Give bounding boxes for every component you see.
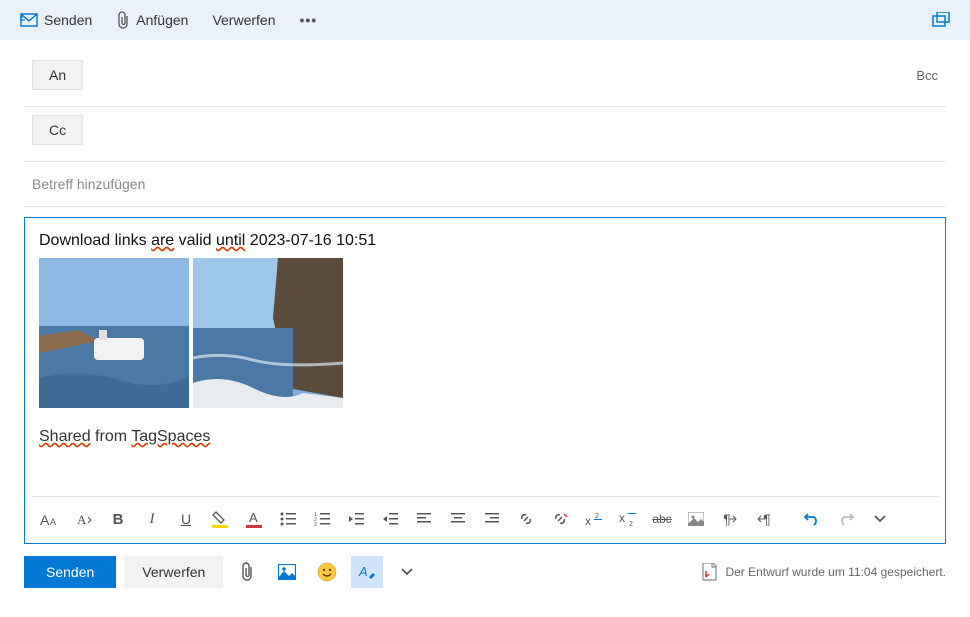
highlight-button[interactable] bbox=[205, 505, 235, 533]
attach-button-top[interactable]: Anfügen bbox=[106, 6, 198, 34]
bcc-toggle[interactable]: Bcc bbox=[916, 68, 938, 83]
editor-area[interactable]: Download links are valid until 2023-07-1… bbox=[24, 217, 946, 544]
subscript-button[interactable]: x2 bbox=[613, 505, 643, 533]
formatting-toggle-button[interactable]: A bbox=[351, 556, 383, 588]
cc-row: Cc bbox=[24, 107, 946, 162]
ellipsis-icon: ••• bbox=[300, 12, 318, 28]
draft-saved-icon bbox=[701, 563, 717, 581]
shared-from-line: Shared from TagSpaces bbox=[31, 428, 939, 446]
redo-button[interactable] bbox=[831, 505, 861, 533]
image-row bbox=[31, 250, 939, 416]
to-input[interactable] bbox=[99, 67, 916, 83]
svg-text:A: A bbox=[358, 564, 368, 579]
indent-button[interactable] bbox=[375, 505, 405, 533]
subject-input[interactable] bbox=[32, 176, 954, 192]
body-text-part: Download links bbox=[39, 232, 151, 249]
embedded-image-2[interactable] bbox=[193, 258, 343, 408]
bold-button[interactable]: B bbox=[103, 505, 133, 533]
subject-row bbox=[24, 162, 946, 207]
spell-word: are bbox=[151, 232, 174, 249]
undo-button[interactable] bbox=[797, 505, 827, 533]
spell-word: TagSpaces bbox=[131, 428, 210, 445]
align-right-button[interactable] bbox=[477, 505, 507, 533]
discard-label-top: Verwerfen bbox=[212, 12, 275, 28]
underline-button[interactable]: U bbox=[171, 505, 201, 533]
outdent-button[interactable] bbox=[341, 505, 371, 533]
link-button[interactable] bbox=[511, 505, 541, 533]
draft-status-text: Der Entwurf wurde um 11:04 gespeichert. bbox=[725, 565, 946, 579]
svg-text:2: 2 bbox=[595, 513, 599, 520]
font-size-button[interactable]: AA bbox=[35, 505, 65, 533]
more-actions-button[interactable]: ••• bbox=[290, 7, 328, 33]
discard-button[interactable]: Verwerfen bbox=[124, 556, 223, 588]
recipients-area: An Bcc Cc bbox=[0, 40, 970, 207]
align-center-button[interactable] bbox=[443, 505, 473, 533]
attach-button-bottom[interactable] bbox=[231, 556, 263, 588]
body-wrap: Download links are valid until 2023-07-1… bbox=[24, 217, 946, 544]
superscript-button[interactable]: x2 bbox=[579, 505, 609, 533]
send-button[interactable]: Senden bbox=[24, 556, 116, 588]
top-toolbar: Senden Anfügen Verwerfen ••• bbox=[0, 0, 970, 40]
discard-button-top[interactable]: Verwerfen bbox=[202, 7, 285, 33]
insert-picture-button[interactable] bbox=[271, 556, 303, 588]
cc-input[interactable] bbox=[99, 122, 946, 138]
draft-status: Der Entwurf wurde um 11:04 gespeichert. bbox=[701, 563, 946, 581]
svg-text:x: x bbox=[619, 512, 625, 525]
font-family-button[interactable]: A bbox=[69, 505, 99, 533]
send-button-top[interactable]: Senden bbox=[10, 7, 102, 33]
svg-text:A: A bbox=[40, 512, 50, 527]
body-text-part: from bbox=[91, 428, 132, 445]
body-line-1: Download links are valid until 2023-07-1… bbox=[31, 232, 939, 250]
spell-word: Shared bbox=[39, 428, 91, 445]
emoji-button[interactable] bbox=[311, 556, 343, 588]
rtl-button[interactable]: ¶ bbox=[749, 505, 779, 533]
send-label-top: Senden bbox=[44, 12, 92, 28]
svg-text:2: 2 bbox=[629, 521, 633, 526]
body-text-part: valid bbox=[174, 232, 216, 249]
body-text-part: 2023-07-16 10:51 bbox=[245, 232, 376, 249]
svg-text:A: A bbox=[77, 512, 87, 527]
send-icon bbox=[20, 13, 38, 27]
to-row: An Bcc bbox=[24, 52, 946, 107]
format-toolbar: AA A B I U A 123 x2 x2 abc ¶ ¶ bbox=[31, 497, 939, 537]
to-button[interactable]: An bbox=[32, 60, 83, 90]
svg-text:A: A bbox=[50, 517, 56, 527]
font-color-button[interactable]: A bbox=[239, 505, 269, 533]
popout-icon bbox=[932, 12, 950, 28]
paperclip-icon bbox=[116, 11, 130, 29]
svg-text:x: x bbox=[585, 514, 591, 526]
popout-button[interactable] bbox=[922, 7, 960, 33]
align-left-button[interactable] bbox=[409, 505, 439, 533]
numbered-list-button[interactable]: 123 bbox=[307, 505, 337, 533]
italic-button[interactable]: I bbox=[137, 505, 167, 533]
unlink-button[interactable] bbox=[545, 505, 575, 533]
more-format-button[interactable] bbox=[865, 505, 895, 533]
cc-button[interactable]: Cc bbox=[32, 115, 83, 145]
bottom-bar: Senden Verwerfen A Der Entwurf wurde um … bbox=[0, 544, 970, 600]
strikethrough-button[interactable]: abc bbox=[647, 505, 677, 533]
more-button-bottom[interactable] bbox=[391, 556, 423, 588]
embedded-image-1[interactable] bbox=[39, 258, 189, 408]
ltr-button[interactable]: ¶ bbox=[715, 505, 745, 533]
bullet-list-button[interactable] bbox=[273, 505, 303, 533]
svg-text:A: A bbox=[249, 510, 258, 525]
spell-word: until bbox=[216, 232, 245, 249]
svg-text:3: 3 bbox=[314, 522, 317, 526]
insert-image-button[interactable] bbox=[681, 505, 711, 533]
attach-label: Anfügen bbox=[136, 12, 188, 28]
